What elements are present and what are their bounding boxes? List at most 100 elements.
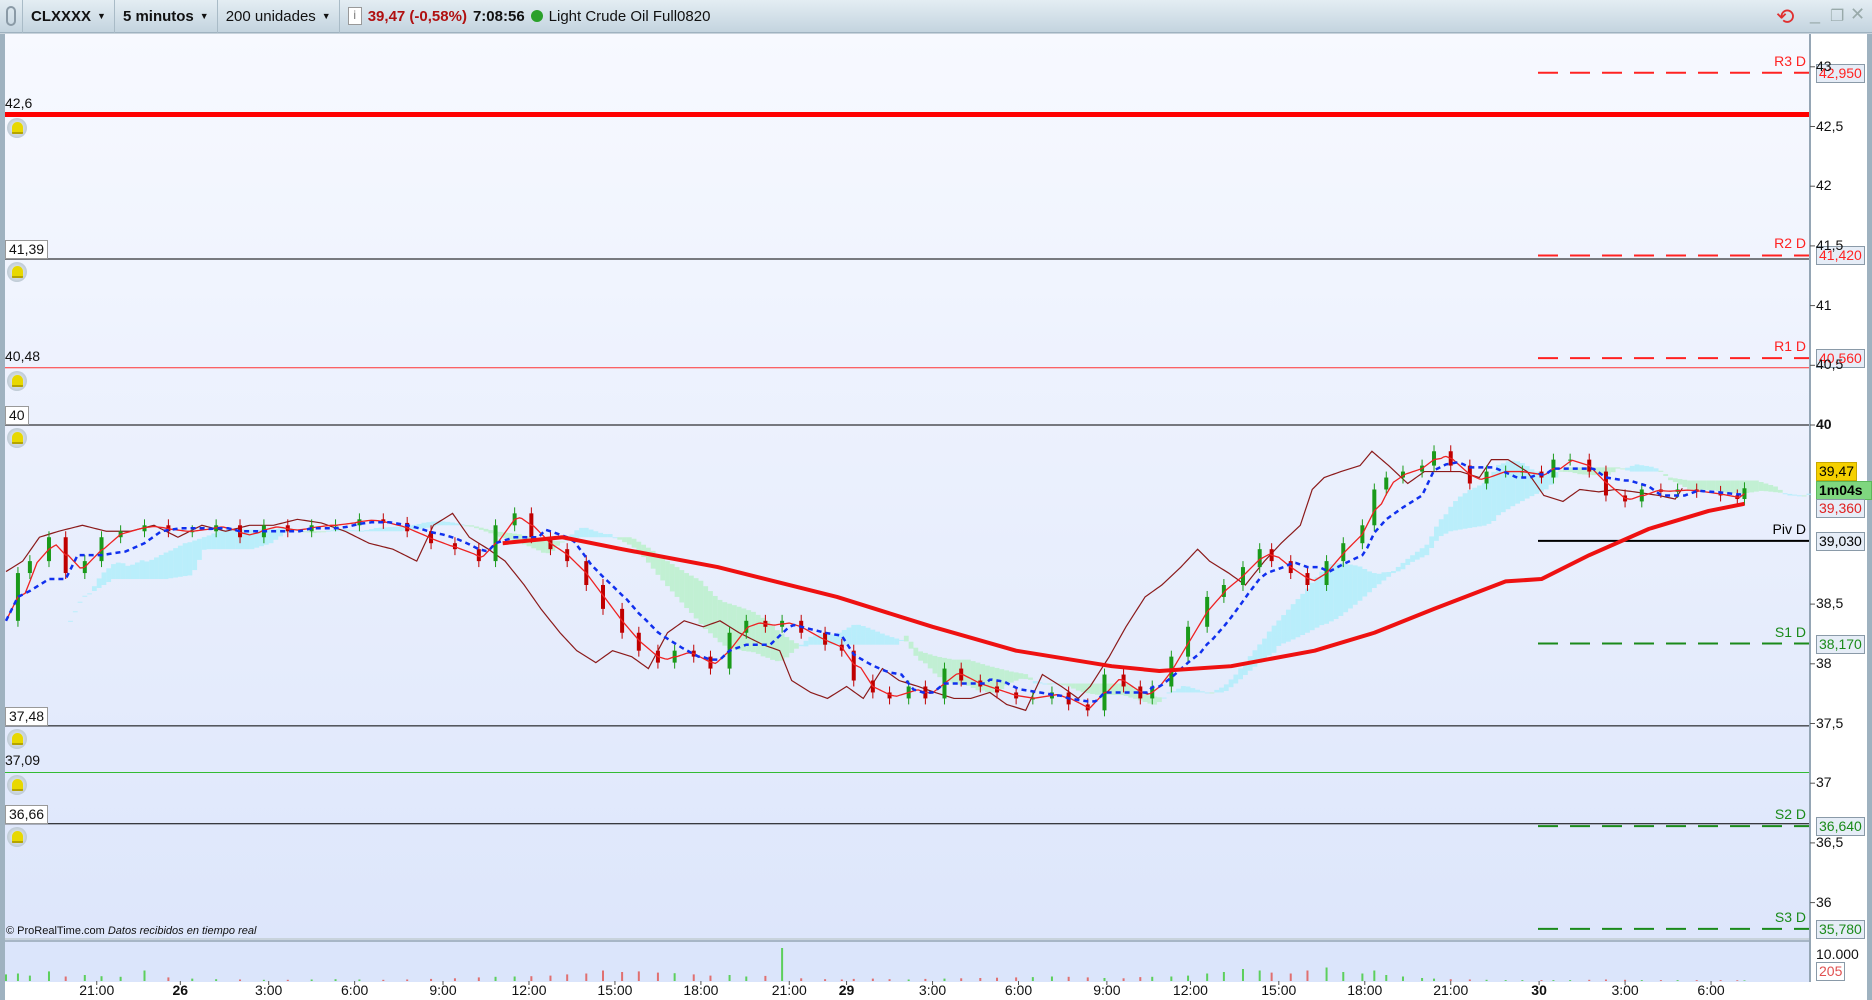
ichimoku-cloud-segment [1410,555,1415,562]
volume-bar [239,979,242,981]
bell-icon[interactable] [7,826,27,847]
ichimoku-cloud-segment [1462,493,1468,529]
ichimoku-cloud-segment [1639,465,1645,472]
volume-bar [888,979,891,981]
ichimoku-cloud-segment [626,537,632,545]
ichimoku-cloud-segment [163,552,169,580]
ichimoku-cloud-segment [1023,674,1029,680]
ichimoku-cloud-segment [1171,691,1177,693]
ichimoku-cloud-segment [421,522,427,529]
ichimoku-cloud-segment [1357,566,1363,601]
volume-bar [1540,980,1543,981]
volume-bar [656,972,659,981]
volume-bar [286,979,289,981]
volume-bar [637,971,640,981]
volume-bar [1222,972,1225,981]
ichimoku-cloud-segment [583,527,589,538]
alert-level-label: 40,48 [5,347,41,364]
ichimoku-cloud-segment [173,548,178,578]
ichimoku-cloud-segment [1777,489,1783,493]
ichimoku-cloud-segment [1773,486,1778,493]
ichimoku-cloud-segment [693,578,699,619]
ichimoku-cloud-segment [1328,564,1334,622]
volume-bar [907,979,910,981]
ichimoku-cloud-segment [96,578,102,588]
ichimoku-cloud-segment [698,580,704,625]
ichimoku-cloud-segment [154,557,159,580]
ichimoku-cloud-segment [1295,599,1301,638]
candle-body [1432,451,1437,466]
volume-bar [143,970,146,981]
ichimoku-cloud-segment [1682,479,1688,488]
bell-icon[interactable] [7,117,27,138]
ichimoku-cloud-segment [1395,566,1401,572]
ichimoku-cloud-segment [1701,480,1707,490]
ichimoku-cloud-segment [77,601,83,603]
ichimoku-cloud-segment [478,527,484,530]
ichimoku-cloud-segment [751,611,756,653]
volume-bar [709,975,712,981]
ichimoku-cloud-segment [1610,467,1616,473]
ichimoku-cloud-segment [230,529,236,550]
price-axis-label: 42 [1816,177,1832,194]
ichimoku-cloud-segment [1333,563,1339,620]
ichimoku-cloud-segment [607,534,613,538]
ichimoku-cloud-segment [1262,638,1267,660]
pivot-value-badge: 39,030 [1816,531,1865,551]
ichimoku-cloud-segment [1319,571,1325,626]
volume-last-badge: 205 [1816,962,1846,981]
ichimoku-cloud-segment [808,636,814,645]
ichimoku-cloud-segment [660,557,666,581]
volume-bar [1139,977,1142,981]
volume-bar [1624,979,1627,981]
bell-icon[interactable] [7,728,27,749]
price-axis-label: 41 [1816,296,1832,313]
volume-bar [800,978,803,981]
ichimoku-cloud-segment [1763,483,1769,492]
time-axis-label: 15:00 [1261,982,1297,998]
ichimoku-cloud-segment [593,531,599,538]
ichimoku-cloud-segment [918,651,924,661]
ichimoku-cloud-segment [1405,558,1411,565]
ichimoku-cloud-segment [951,659,957,684]
bell-icon[interactable] [7,262,27,283]
volume-bar [1289,973,1292,981]
ichimoku-cloud-segment [1644,465,1649,472]
ichimoku-cloud-segment [803,640,809,647]
ichimoku-cloud-segment [922,652,928,664]
ichimoku-cloud-segment [354,530,360,532]
ichimoku-cloud-segment [1419,548,1425,558]
ichimoku-cloud-segment [1782,493,1788,495]
volume-bar [943,978,946,981]
ichimoku-cloud-segment [1200,691,1205,693]
time-axis-label: 9:00 [429,982,457,998]
bell-icon[interactable] [7,428,27,448]
ichimoku-cloud-segment [1663,474,1669,476]
ichimoku-cloud-segment [1180,686,1186,693]
ichimoku-cloud-segment [349,530,355,532]
ichimoku-cloud-segment [736,606,742,650]
ichimoku-cloud-segment [134,562,140,580]
ichimoku-cloud-segment [1720,480,1726,492]
ichimoku-cloud-segment [1491,471,1497,521]
volume-bar [979,978,982,981]
volume-bar [1695,980,1698,981]
ichimoku-cloud-segment [445,521,451,526]
ichimoku-cloud-segment [1233,674,1239,684]
ichimoku-cloud-segment [1290,604,1296,640]
ichimoku-cloud-segment [1276,620,1282,646]
volume-bar [728,975,731,981]
ichimoku-cloud-segment [669,564,675,592]
ichimoku-cloud-segment [1238,668,1244,680]
ichimoku-cloud-segment [880,633,885,645]
ichimoku-cloud-segment [865,627,871,645]
price-axis-label: 43 [1816,57,1832,74]
volume-bar [1640,980,1643,981]
ichimoku-cloud-segment [1185,686,1191,693]
time-axis-label: 30 [1531,982,1547,998]
bell-icon[interactable] [7,370,27,391]
time-axis-label: 21:00 [771,982,807,998]
volume-bar [1736,980,1739,981]
price-axis-label: 41,5 [1816,236,1844,253]
ichimoku-cloud-segment [1219,687,1224,693]
